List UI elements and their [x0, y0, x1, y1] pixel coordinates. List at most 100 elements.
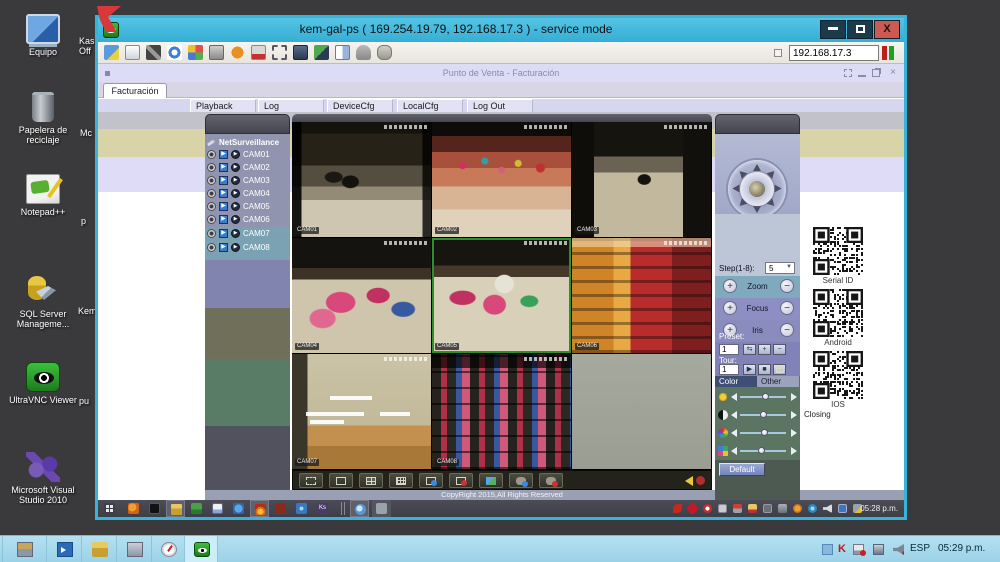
toolbar-checkbox[interactable]	[774, 49, 782, 57]
toolbox-icon[interactable]	[251, 45, 266, 60]
snapshot-button[interactable]	[479, 473, 503, 488]
fullscreen-icon[interactable]	[272, 45, 287, 60]
preset-add-button[interactable]: +	[758, 344, 771, 355]
host-tray-kaspersky-icon[interactable]: K	[838, 544, 849, 555]
slider-knob[interactable]	[760, 411, 767, 418]
refresh-icon[interactable]	[167, 45, 182, 60]
slider-knob[interactable]	[758, 447, 765, 454]
firefox-icon[interactable]	[128, 503, 139, 514]
camera-row[interactable]: ▶▶CAM03	[207, 174, 288, 187]
tray-orange-icon[interactable]	[793, 504, 802, 513]
tour-list-button[interactable]	[773, 364, 786, 375]
menu-devicecfg[interactable]: DeviceCfg	[327, 99, 393, 113]
preset-goto-button[interactable]: ⇆	[743, 344, 756, 355]
desktop-icon-sql-server[interactable]: SQL Server Manageme...	[4, 276, 82, 329]
camera-name[interactable]: CAM06	[243, 215, 270, 224]
tour-input[interactable]	[719, 364, 739, 375]
host-tray-speaker-muted-icon[interactable]	[893, 544, 904, 555]
play-sub-icon[interactable]: ▶	[231, 215, 240, 224]
options-icon[interactable]	[377, 45, 392, 60]
menu-logout[interactable]: Log Out	[467, 99, 533, 113]
camera-name[interactable]: CAM07	[243, 229, 270, 238]
play-main-icon[interactable]: ▶	[219, 229, 228, 238]
ptz-right-arrow[interactable]	[775, 185, 782, 193]
host-file-explorer-button[interactable]	[82, 536, 117, 562]
minimize-button[interactable]	[820, 20, 846, 39]
tray-display-icon[interactable]	[838, 504, 847, 513]
host-server-manager-button[interactable]	[3, 536, 47, 562]
play-sub-icon[interactable]: ▶	[231, 243, 240, 252]
slider-left-arrow[interactable]	[731, 429, 737, 437]
host-tray-flag-alert-icon[interactable]	[853, 544, 864, 555]
ptz-down-arrow[interactable]	[753, 206, 761, 213]
host-tray-network-icon[interactable]	[873, 544, 884, 555]
connect-icon[interactable]	[104, 45, 119, 60]
tray-server-icon[interactable]	[778, 504, 787, 513]
document-app-icon[interactable]	[212, 503, 223, 514]
play-main-icon[interactable]: ▶	[219, 202, 228, 211]
window-titlebar[interactable]: kem-gal-ps ( 169.254.19.79, 192.168.17.3…	[98, 18, 904, 42]
pin-icon[interactable]	[844, 69, 852, 77]
camera-name[interactable]: CAM02	[243, 163, 270, 172]
camera-row[interactable]: ▶▶CAM01	[207, 148, 288, 161]
menu-localcfg[interactable]: LocalCfg	[397, 99, 463, 113]
red-app-icon[interactable]	[275, 503, 286, 514]
tray-window-icon[interactable]	[718, 504, 727, 513]
speaker-icon[interactable]	[685, 476, 693, 486]
camera-name[interactable]: CAM01	[243, 150, 270, 159]
record-icon[interactable]	[207, 243, 216, 252]
video-cell-cam04[interactable]: CAM04	[292, 238, 431, 353]
step-dropdown-icon[interactable]: ▼	[786, 264, 792, 270]
maximize-button[interactable]	[847, 20, 873, 39]
camera-name[interactable]: CAM04	[243, 189, 270, 198]
play-main-icon[interactable]: ▶	[219, 176, 228, 185]
host-tray-window-icon[interactable]	[822, 544, 833, 555]
tray-folder-alert-icon[interactable]	[748, 504, 757, 513]
host-ultravnc-button-active[interactable]	[185, 536, 218, 562]
single-view-button[interactable]	[329, 473, 353, 488]
language-indicator[interactable]: ESP	[910, 543, 930, 554]
flame-app-icon[interactable]	[255, 504, 266, 515]
camera-row[interactable]: ▶▶CAM05	[207, 200, 288, 213]
mute-icon[interactable]	[696, 476, 705, 485]
clipboard-icon[interactable]	[335, 45, 350, 60]
desktop-icon-recycle-bin[interactable]: Papelera de reciclaje	[4, 92, 82, 145]
camera-name[interactable]: CAM08	[243, 243, 270, 252]
tray-red-dot-icon[interactable]	[703, 504, 712, 513]
play-main-icon[interactable]: ▶	[219, 215, 228, 224]
play-sub-icon[interactable]: ▶	[231, 163, 240, 172]
video-window-titlebar[interactable]	[292, 114, 712, 122]
record-icon[interactable]	[207, 163, 216, 172]
camera-panel-titlebar[interactable]	[205, 114, 290, 134]
refresh-screen-icon[interactable]	[314, 45, 329, 60]
play-sub-icon[interactable]: ▶	[231, 202, 240, 211]
tab-color[interactable]: Color	[715, 376, 757, 387]
slider-right-arrow[interactable]	[791, 411, 797, 419]
ptz-panel-titlebar[interactable]	[715, 114, 800, 134]
menu-playback[interactable]: Playback	[190, 99, 256, 113]
host-powershell-button[interactable]	[47, 536, 82, 562]
tray-updown-arrows-icon[interactable]	[733, 504, 742, 513]
ptz-left-arrow[interactable]	[733, 185, 740, 193]
desktop-icon-equipo[interactable]: Equipo	[4, 14, 82, 57]
default-button[interactable]: Default	[719, 463, 765, 476]
video-cell-cam05-selected[interactable]: CAM05	[432, 238, 571, 353]
record-icon[interactable]	[207, 229, 216, 238]
ks-app-icon[interactable]: Ks	[317, 503, 328, 514]
preset-input[interactable]	[719, 344, 739, 355]
camera-row[interactable]: ▶▶CAM02	[207, 161, 288, 174]
tab-other[interactable]: Other	[757, 376, 799, 387]
file-explorer-icon[interactable]	[171, 504, 182, 515]
printer-icon[interactable]	[209, 45, 224, 60]
contrast-slider[interactable]	[740, 414, 786, 416]
camera-row[interactable]: ▶▶CAM08	[207, 241, 288, 254]
fullscreen-view-button[interactable]	[299, 473, 323, 488]
start-button[interactable]	[104, 503, 115, 514]
tray-red-x-icon[interactable]	[673, 504, 682, 513]
host-clock-app-button[interactable]	[152, 536, 185, 562]
disconnect-icon[interactable]	[146, 45, 161, 60]
ctrl-alt-del-icon[interactable]	[188, 45, 203, 60]
slider-left-arrow[interactable]	[731, 393, 737, 401]
record-icon[interactable]	[207, 189, 216, 198]
record-play-button[interactable]	[509, 473, 533, 488]
